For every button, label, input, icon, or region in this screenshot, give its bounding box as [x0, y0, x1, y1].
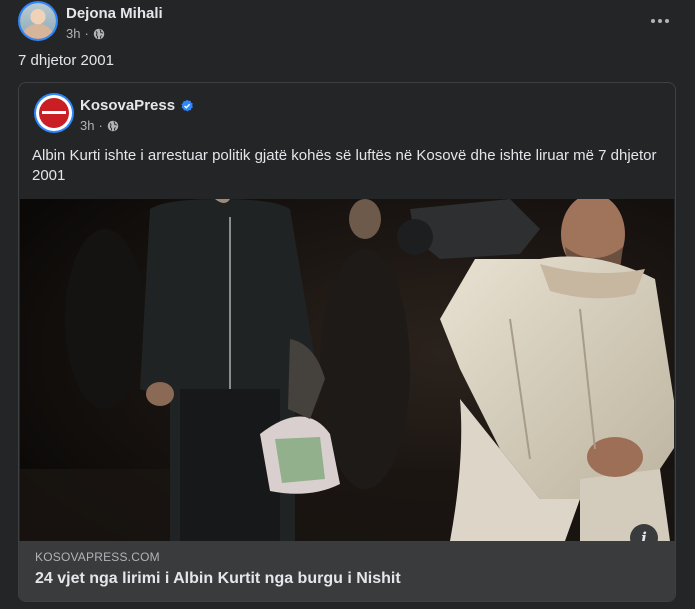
photo-illustration — [20, 199, 674, 541]
verified-badge-icon — [181, 99, 194, 112]
link-preview[interactable]: KOSOVAPRESS.COM 24 vjet nga lirimi i Alb… — [19, 541, 675, 601]
shared-page-name-row: KosovaPress — [80, 97, 194, 114]
link-domain: KOSOVAPRESS.COM — [35, 550, 160, 564]
globe-icon — [93, 28, 105, 39]
dot-icon — [665, 19, 669, 23]
post-time[interactable]: 3h — [66, 26, 80, 41]
shared-photo[interactable] — [20, 199, 674, 541]
shared-page-name[interactable]: KosovaPress — [80, 97, 175, 114]
author-avatar[interactable] — [20, 3, 56, 39]
dot-icon — [651, 19, 655, 23]
shared-meta: 3h · — [80, 118, 119, 133]
post-text: 7 dhjetor 2001 — [18, 52, 114, 69]
meta-separator: · — [98, 118, 103, 133]
dot-icon — [658, 19, 662, 23]
shared-post-text: Albin Kurti ishte i arrestuar politik gj… — [32, 147, 657, 184]
logo-wordmark — [42, 111, 66, 114]
link-title[interactable]: 24 vjet nga lirimi i Albin Kurtit nga bu… — [35, 570, 401, 588]
post-header: Dejona Mihali 3h · — [20, 3, 680, 43]
post-meta: 3h · — [66, 26, 105, 41]
globe-icon — [107, 120, 119, 131]
meta-separator: · — [84, 26, 89, 41]
author-name[interactable]: Dejona Mihali — [66, 5, 163, 22]
shared-time[interactable]: 3h — [80, 118, 94, 133]
more-options-button[interactable] — [648, 11, 672, 31]
shared-post-card: KosovaPress 3h · Albin Kurti ishte i arr… — [18, 82, 676, 602]
kosovapress-logo-avatar[interactable] — [36, 95, 72, 131]
